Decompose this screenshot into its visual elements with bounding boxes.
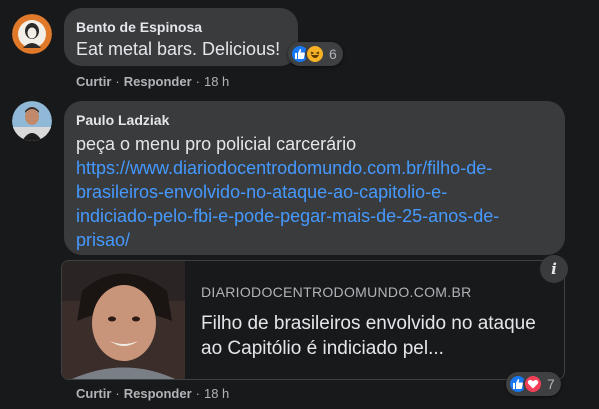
link-line[interactable]: indiciado-pelo-fbi-e-pode-pegar-mais-de-… <box>76 204 553 228</box>
timestamp[interactable]: 18 h <box>204 386 229 401</box>
comment-author[interactable]: Bento de Espinosa <box>76 18 286 36</box>
reaction-count: 6 <box>329 46 337 62</box>
timestamp[interactable]: 18 h <box>204 74 229 89</box>
link-line[interactable]: prisao/ <box>76 228 553 252</box>
comment-author[interactable]: Paulo Ladziak <box>76 111 553 129</box>
separator-dot: · <box>195 386 200 401</box>
reply-button[interactable]: Responder <box>124 74 192 89</box>
link-line[interactable]: brasileiros-envolvido-no-ataque-ao-capit… <box>76 180 553 204</box>
avatar-bento[interactable] <box>12 14 52 54</box>
preview-title: Filho de brasileiros envolvido no ataque… <box>201 313 536 359</box>
link-preview-card[interactable]: DIARIODOCENTRODOMUNDO.COM.BR Filho de br… <box>61 260 565 380</box>
comment-actions-1: Curtir · Responder · 18 h <box>76 74 229 89</box>
separator-dot: · <box>115 386 120 401</box>
comment-text: peça o menu pro policial carcerário <box>76 134 357 154</box>
haha-icon <box>305 44 325 64</box>
preview-thumbnail <box>62 261 185 379</box>
comment-actions-2: Curtir · Responder · 18 h <box>76 386 229 401</box>
separator-dot: · <box>115 74 120 89</box>
love-icon <box>523 374 543 394</box>
comment-text: Eat metal bars. Delicious! <box>76 39 281 59</box>
preview-domain: DIARIODOCENTRODOMUNDO.COM.BR <box>201 284 472 300</box>
comment-bubble-2: Paulo Ladziak peça o menu pro policial c… <box>64 101 565 255</box>
reply-button[interactable]: Responder <box>124 386 192 401</box>
reaction-count: 7 <box>547 376 555 392</box>
reaction-summary-1[interactable]: 6 <box>288 42 343 66</box>
separator-dot: · <box>195 74 200 89</box>
info-icon[interactable]: i <box>540 255 568 283</box>
like-button[interactable]: Curtir <box>76 386 111 401</box>
comment-bubble-1: Bento de Espinosa Eat metal bars. Delici… <box>64 8 298 66</box>
link-line[interactable]: https://www.diariodocentrodomundo.com.br… <box>76 156 553 180</box>
comment-link[interactable]: https://www.diariodocentrodomundo.com.br… <box>76 156 553 252</box>
like-button[interactable]: Curtir <box>76 74 111 89</box>
avatar-paulo[interactable] <box>12 101 52 141</box>
preview-body: DIARIODOCENTRODOMUNDO.COM.BR Filho de br… <box>185 261 564 379</box>
reaction-summary-2[interactable]: 7 <box>506 372 561 396</box>
